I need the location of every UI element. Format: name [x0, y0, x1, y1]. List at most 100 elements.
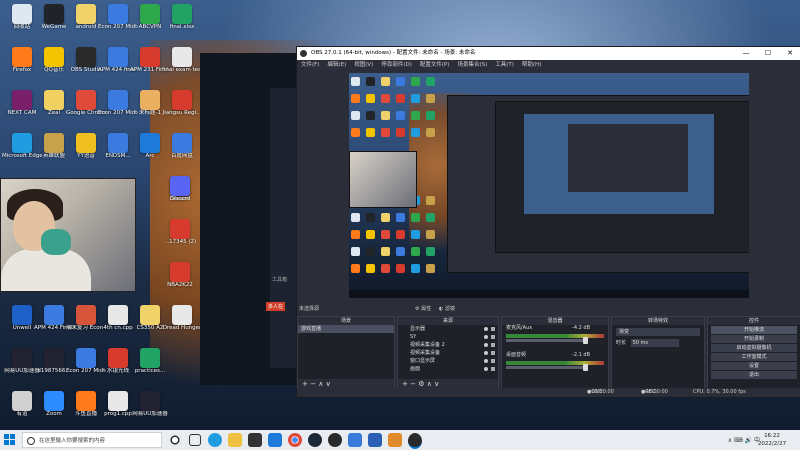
- maximize-button[interactable]: ☐: [757, 47, 779, 60]
- filters-button[interactable]: ◐ 滤镜: [439, 304, 455, 314]
- start-streaming-button[interactable]: 开始推流: [711, 326, 797, 334]
- volume-slider[interactable]: [506, 337, 588, 344]
- task-view-icon[interactable]: [189, 434, 201, 446]
- vscode-icon[interactable]: [268, 433, 282, 447]
- menu-file[interactable]: 文件(F): [301, 60, 319, 71]
- steam-icon[interactable]: [308, 433, 322, 447]
- desktop-icon[interactable]: 百度网盘: [162, 133, 202, 171]
- preview-mini-icon: [351, 94, 360, 103]
- visibility-eye-icon[interactable]: [484, 359, 488, 363]
- desktop-app-icon: [76, 4, 96, 24]
- desktop-icon[interactable]: ...17345 (2): [160, 219, 200, 257]
- visibility-eye-icon[interactable]: [484, 351, 488, 355]
- obs-title-bar[interactable]: OBS 27.0.1 (64-bit, windows) - 配置文件: 未命名…: [297, 47, 800, 60]
- source-item[interactable]: 显示器: [398, 325, 498, 333]
- obs-preview-canvas[interactable]: [349, 73, 749, 298]
- menu-profile[interactable]: 配置文件(P): [420, 60, 450, 71]
- exit-button[interactable]: 退出: [711, 371, 797, 379]
- studio-mode-button[interactable]: 工作室模式: [711, 353, 797, 361]
- start-button[interactable]: [4, 434, 16, 446]
- preview-mini-icon: [381, 247, 390, 256]
- desktop-icon[interactable]: Jiangsu Regi...: [162, 90, 202, 128]
- preview-mini-icon: [381, 230, 390, 239]
- launcher-label-toolbox[interactable]: 工具箱: [272, 276, 287, 283]
- source-up-button[interactable]: ∧: [427, 380, 432, 388]
- ts-icon[interactable]: [348, 433, 362, 447]
- desktop-icon[interactable]: Discord: [160, 176, 200, 214]
- source-item[interactable]: 视频采集设备 2: [398, 341, 498, 349]
- obs-window[interactable]: OBS 27.0.1 (64-bit, windows) - 配置文件: 未命名…: [296, 46, 800, 398]
- transition-type-select[interactable]: 渐变: [616, 328, 700, 336]
- mixer-channel-name: 麦克风/Aux: [506, 325, 533, 331]
- lock-icon[interactable]: [491, 367, 495, 371]
- lock-icon[interactable]: [491, 351, 495, 355]
- settings-button[interactable]: 设置: [711, 362, 797, 370]
- visibility-eye-icon[interactable]: [484, 335, 488, 339]
- source-item[interactable]: 视频采集设备: [398, 349, 498, 357]
- preview-mini-icon: [426, 264, 435, 273]
- add-scene-button[interactable]: +: [302, 380, 308, 388]
- desktop-icon[interactable]: NBA2K22: [160, 262, 200, 300]
- chrome-icon[interactable]: [288, 433, 302, 447]
- duration-input[interactable]: 50 ms: [630, 339, 679, 347]
- remove-source-button[interactable]: −: [410, 380, 416, 388]
- preview-mini-icon: [411, 77, 420, 86]
- volume-slider[interactable]: [506, 364, 588, 371]
- menu-tools[interactable]: 工具(T): [495, 60, 514, 71]
- desktop-icon-label: Dread Hunger: [162, 325, 202, 331]
- source-item[interactable]: SY: [398, 333, 498, 341]
- edge-icon[interactable]: [208, 433, 222, 447]
- app-icon[interactable]: [388, 433, 402, 447]
- start-recording-button[interactable]: 开始录制: [711, 335, 797, 343]
- cortana-icon[interactable]: [168, 433, 182, 447]
- visibility-eye-icon[interactable]: [484, 327, 488, 331]
- word-icon[interactable]: [368, 433, 382, 447]
- minimize-button[interactable]: —: [735, 47, 757, 60]
- source-settings-button[interactable]: ⚙: [418, 380, 424, 388]
- preview-mini-icon: [381, 111, 390, 120]
- background-game-launcher-window[interactable]: 工具箱 多人在: [200, 53, 300, 385]
- remove-scene-button[interactable]: −: [310, 380, 316, 388]
- lock-icon[interactable]: [491, 343, 495, 347]
- source-down-button[interactable]: ∨: [434, 380, 439, 388]
- taskbar-clock[interactable]: 16:22 2022/2/27: [752, 432, 792, 448]
- obs-taskbar-icon[interactable]: [328, 433, 342, 447]
- desktop-icon[interactable]: final exam test171...: [162, 47, 202, 85]
- visibility-eye-icon[interactable]: [484, 367, 488, 371]
- obs-running-icon[interactable]: [408, 433, 422, 449]
- menu-edit[interactable]: 编辑(E): [327, 60, 346, 71]
- preview-mini-icon: [426, 77, 435, 86]
- close-button[interactable]: ✕: [779, 47, 800, 60]
- store-icon[interactable]: [248, 433, 262, 447]
- obs-logo-icon: [300, 50, 307, 57]
- desktop-icon[interactable]: final.xlsx: [162, 4, 202, 42]
- desktop-app-icon: [108, 4, 128, 24]
- audio-mixer-dock: 混音器 麦克风/Aux -4.2 dB 桌面音频 -2.1 dB: [501, 316, 609, 390]
- desktop-app-icon: [44, 47, 64, 67]
- scene-down-button[interactable]: ∨: [326, 380, 331, 388]
- desktop-icon[interactable]: 网易UU加速器: [130, 391, 170, 429]
- desktop-icon[interactable]: Dread Hunger: [162, 305, 202, 343]
- launcher-label-multiplayer[interactable]: 多人在: [266, 302, 286, 311]
- desktop-icon[interactable]: practices...: [130, 348, 170, 386]
- menu-help[interactable]: 帮助(H): [522, 60, 541, 71]
- lock-icon[interactable]: [491, 327, 495, 331]
- desktop-app-icon: [172, 4, 192, 24]
- lock-icon[interactable]: [491, 335, 495, 339]
- preview-mini-icon: [411, 111, 420, 120]
- source-item[interactable]: 画面: [398, 365, 498, 373]
- menu-docks[interactable]: 停靠部件(D): [381, 60, 412, 71]
- scene-item[interactable]: 游戏直播: [298, 325, 394, 333]
- menu-view[interactable]: 视图(V): [354, 60, 373, 71]
- taskbar-search-box[interactable]: 在这里输入你要搜索的内容: [22, 432, 162, 448]
- properties-button[interactable]: ⚙ 属性: [415, 304, 431, 314]
- source-item[interactable]: 窗口显示屏: [398, 357, 498, 365]
- visibility-eye-icon[interactable]: [484, 343, 488, 347]
- menu-scene-collection[interactable]: 场景集合(S): [457, 60, 487, 71]
- lock-icon[interactable]: [491, 359, 495, 363]
- scene-up-button[interactable]: ∧: [318, 380, 323, 388]
- file-explorer-icon[interactable]: [228, 433, 242, 447]
- source-name: SY: [410, 334, 417, 340]
- start-virtual-camera-button[interactable]: 启动虚拟摄像机: [711, 344, 797, 352]
- add-source-button[interactable]: +: [402, 380, 408, 388]
